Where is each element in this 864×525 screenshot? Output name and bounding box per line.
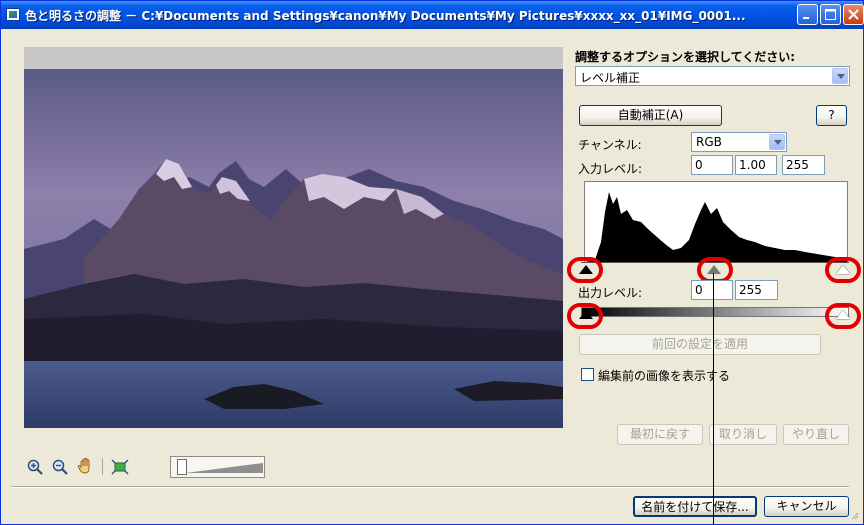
- zoom-ramp: [185, 463, 263, 473]
- footer-separator: [11, 486, 849, 488]
- input-white-field[interactable]: 255: [782, 155, 825, 175]
- undo-button[interactable]: 取り消し: [709, 424, 777, 445]
- close-button[interactable]: [843, 4, 864, 25]
- app-icon: [6, 8, 20, 21]
- help-button[interactable]: ?: [816, 105, 847, 126]
- toolbar-divider: [102, 458, 103, 475]
- input-black-field[interactable]: 0: [691, 155, 733, 175]
- channel-label: チャンネル:: [578, 138, 642, 152]
- image-preview[interactable]: [24, 47, 563, 428]
- options-selected: レベル補正: [580, 71, 641, 85]
- output-white-field[interactable]: 255: [735, 280, 778, 300]
- redo-button[interactable]: やり直し: [783, 424, 849, 445]
- highlight-ring: [825, 257, 861, 283]
- highlight-ring: [567, 257, 603, 283]
- save-as-button[interactable]: 名前を付けて保存...: [633, 496, 757, 517]
- preview-photo: [24, 69, 563, 428]
- input-gamma-field[interactable]: 1.00: [735, 155, 777, 175]
- options-heading: 調整するオプションを選択してください:: [575, 50, 796, 64]
- apply-previous-button[interactable]: 前回の設定を適用: [579, 334, 821, 355]
- maximize-button[interactable]: [820, 4, 841, 25]
- minimize-button[interactable]: [797, 4, 818, 25]
- show-before-checkbox[interactable]: [581, 368, 594, 381]
- levels-dialog: 色と明るさの調整 － C:¥Documents and Settings¥can…: [0, 0, 864, 525]
- output-gradient-bar: [581, 307, 849, 317]
- cancel-button[interactable]: キャンセル: [764, 496, 849, 517]
- highlight-ring: [825, 303, 861, 329]
- output-levels-label: 出力レベル:: [578, 286, 643, 300]
- highlight-ring: [567, 303, 603, 329]
- window-title: 色と明るさの調整 － C:¥Documents and Settings¥can…: [25, 9, 746, 23]
- channel-dropdown[interactable]: RGB: [691, 132, 787, 152]
- fit-to-window-icon[interactable]: [111, 459, 129, 475]
- output-black-field[interactable]: 0: [691, 280, 733, 300]
- histogram-graph: [585, 192, 847, 262]
- zoom-slider[interactable]: [170, 456, 265, 478]
- resize-grip-icon[interactable]: [849, 510, 859, 520]
- input-levels-label: 入力レベル:: [578, 162, 643, 176]
- options-dropdown[interactable]: レベル補正: [575, 66, 850, 86]
- zoom-slider-thumb[interactable]: [177, 459, 187, 475]
- maximize-icon: [825, 9, 836, 20]
- histogram: [584, 181, 848, 263]
- chevron-down-icon[interactable]: [832, 68, 848, 84]
- chevron-down-icon[interactable]: [769, 134, 785, 150]
- hand-tool-icon[interactable]: [77, 457, 95, 475]
- reset-button[interactable]: 最初に戻す: [617, 424, 703, 445]
- callout-line: [713, 273, 714, 525]
- auto-correct-button[interactable]: 自動補正(A): [579, 105, 722, 126]
- minimize-icon: [803, 17, 809, 19]
- title-bar[interactable]: 色と明るさの調整 － C:¥Documents and Settings¥can…: [1, 1, 864, 29]
- show-before-label: 編集前の画像を表示する: [598, 369, 731, 383]
- zoom-in-icon[interactable]: [27, 459, 43, 475]
- zoom-out-icon[interactable]: [52, 459, 68, 475]
- close-icon: [848, 9, 859, 20]
- channel-value: RGB: [696, 135, 722, 149]
